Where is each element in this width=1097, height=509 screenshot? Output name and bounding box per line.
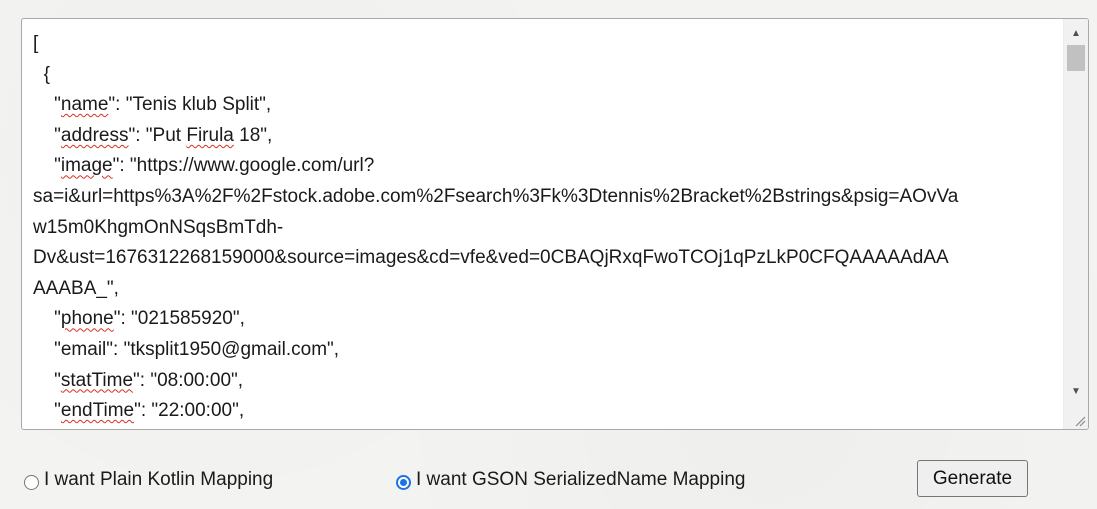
spellcheck-word: statTime [60,369,134,391]
code-text: AAABA_", [33,277,119,299]
spellcheck-word: address [60,124,129,146]
spellcheck-word: image [60,155,113,177]
gson-serializedname-label: I want GSON SerializedName Mapping [416,469,746,490]
code-text: ": "021585920", [113,308,245,330]
spellcheck-word: phone [60,308,114,330]
spellcheck-word: name [60,94,109,116]
plain-kotlin-radio[interactable] [24,474,39,490]
code-text: ": "https://www.google.com/url? [112,155,375,177]
page: [ { "name": "Tenis klub Split", "address… [0,0,1097,509]
code-text: " [33,124,61,146]
code-line: "city": { "name": "Split" } [33,427,1063,429]
gson-serializedname-option[interactable]: I want GSON SerializedName Mapping [396,469,745,491]
code-line: "statTime": "08:00:00", [33,366,1063,397]
code-text: "email": "tksplit1950@gmail.com", [33,338,340,360]
json-input-textarea[interactable]: [ { "name": "Tenis klub Split", "address… [21,18,1089,430]
code-text: " [33,155,61,177]
spellcheck-word: endTime [60,400,135,422]
code-text: " [33,369,61,391]
code-line: Dv&ust=1676312268159000&source=images&cd… [33,243,1063,274]
plain-kotlin-label: I want Plain Kotlin Mapping [44,469,274,490]
scrollbar-thumb[interactable] [1067,45,1085,71]
code-line: "name": "Tenis klub Split", [33,90,1063,121]
vertical-scrollbar[interactable]: ▲ ▼ [1063,19,1088,429]
code-line: [ [33,29,1063,60]
code-text: ": "Tenis klub Split", [108,94,272,116]
scroll-down-arrow-icon[interactable]: ▼ [1064,381,1088,401]
code-text: [ [33,33,39,54]
code-text: " [33,308,61,330]
code-text: " [33,400,61,422]
generate-button[interactable]: Generate [917,460,1028,497]
code-line: "image": "https://www.google.com/url? [33,151,1063,182]
code-line: "address": "Put Firula 18", [33,121,1063,152]
code-text: { [33,63,50,85]
code-line: { [33,60,1063,91]
code-text: " [33,94,61,116]
code-text: ": "22:00:00", [134,400,245,422]
code-text: Dv&ust=1676312268159000&source=images&cd… [33,247,949,269]
code-line: "endTime": "22:00:00", [33,396,1063,427]
gson-serializedname-radio[interactable] [396,474,411,490]
code-line: "email": "tksplit1950@gmail.com", [33,335,1063,366]
code-line: sa=i&url=https%3A%2F%2Fstock.adobe.com%2… [33,182,1063,213]
resize-grip-icon[interactable] [1072,413,1086,427]
plain-kotlin-option[interactable]: I want Plain Kotlin Mapping [24,469,273,491]
code-line: w15m0KhgmOnNSqsBmTdh- [33,213,1063,244]
code-line: "phone": "021585920", [33,304,1063,335]
mapping-controls: I want Plain Kotlin Mapping I want GSON … [0,455,1097,505]
code-line: AAABA_", [33,274,1063,305]
scroll-up-arrow-icon[interactable]: ▲ [1064,23,1088,43]
code-text: ": "Put [128,124,187,146]
code-text: ": "08:00:00", [133,369,244,391]
code-text: 18", [233,124,273,146]
code-text: w15m0KhgmOnNSqsBmTdh- [33,216,284,238]
json-input-text[interactable]: [ { "name": "Tenis klub Split", "address… [33,29,1063,429]
spellcheck-word: Firula [186,124,234,146]
code-text: sa=i&url=https%3A%2F%2Fstock.adobe.com%2… [33,185,959,207]
